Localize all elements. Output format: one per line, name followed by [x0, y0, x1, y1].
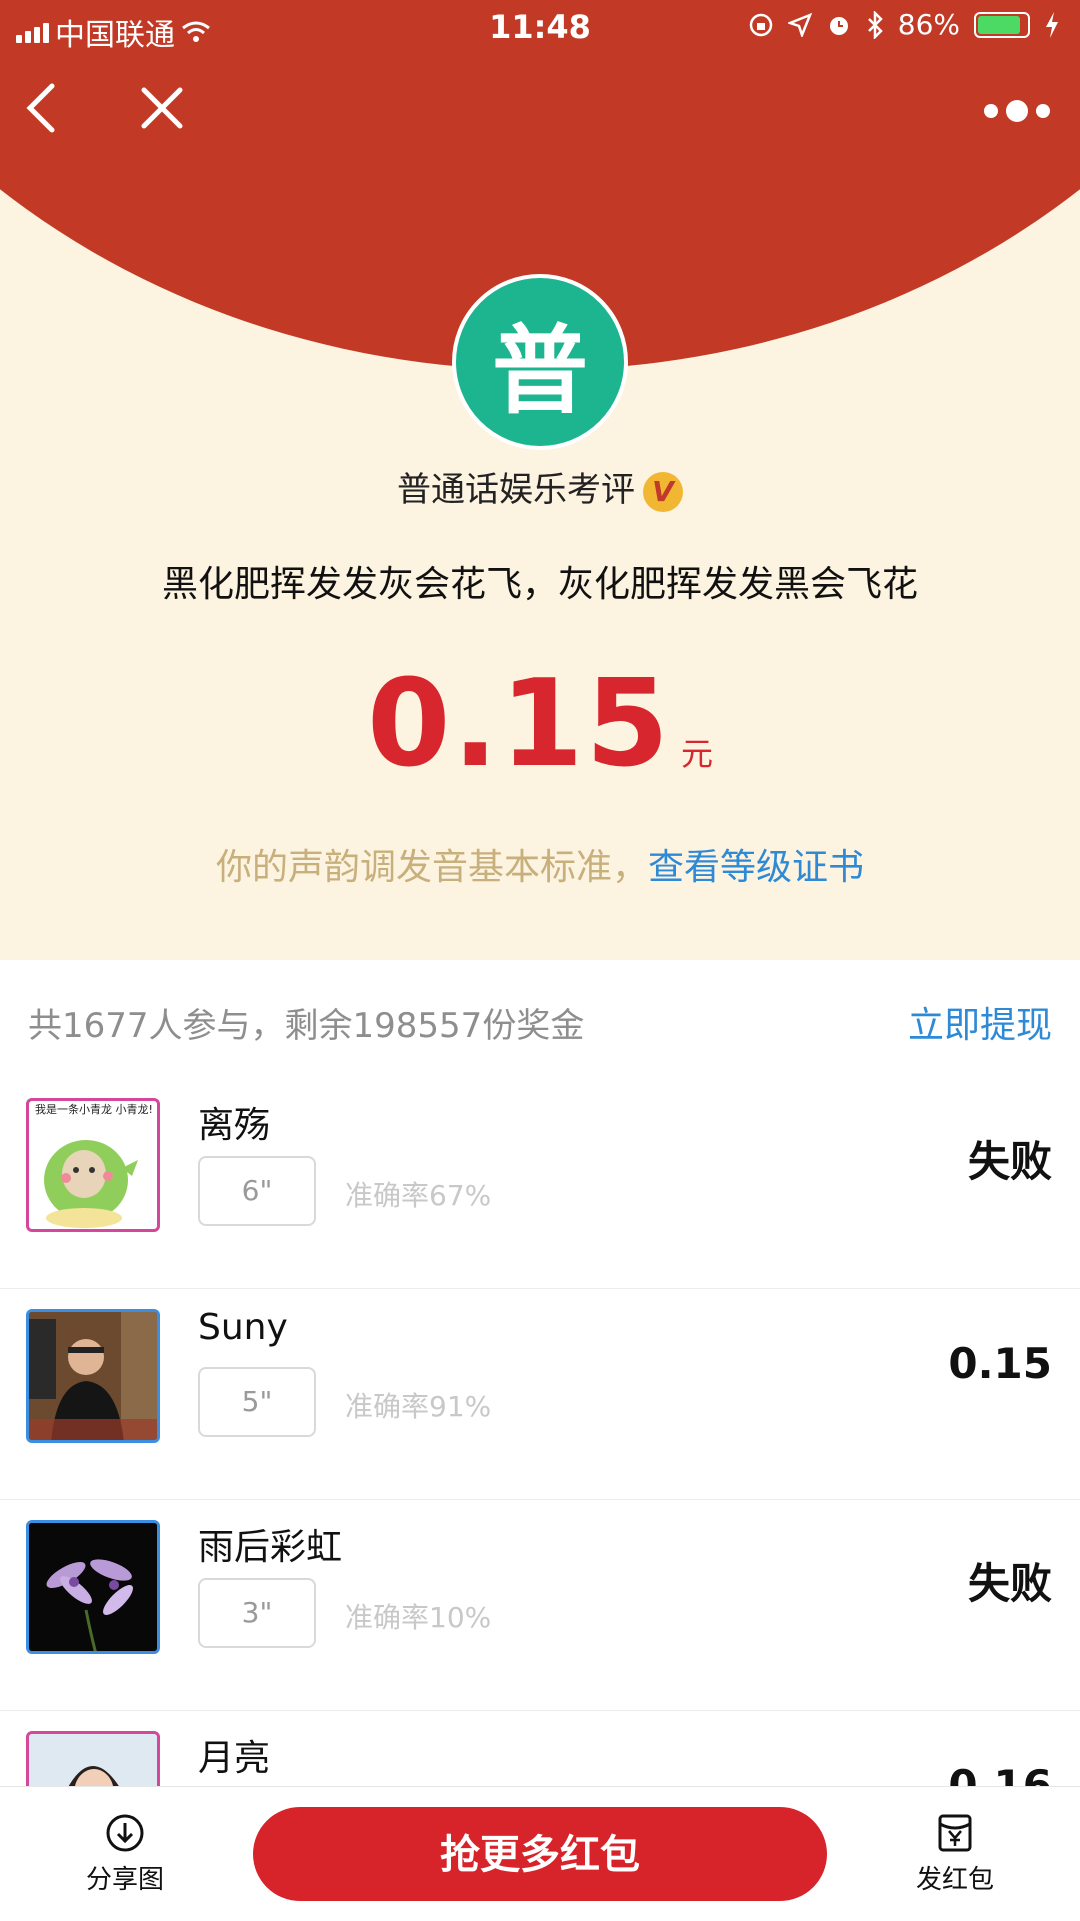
- avatar: [26, 1520, 160, 1654]
- withdraw-link[interactable]: 立即提现: [908, 996, 1052, 1048]
- voice-duration-button[interactable]: 6": [198, 1156, 316, 1226]
- participant-name: 雨后彩虹: [198, 1527, 343, 1568]
- nav-bar: [0, 80, 1080, 140]
- close-icon[interactable]: [140, 80, 184, 136]
- voice-duration-button[interactable]: 5": [198, 1367, 316, 1437]
- accuracy-text: 准确率67%: [345, 1179, 492, 1212]
- account-logo: 普: [452, 274, 628, 450]
- accuracy-text: 准确率10%: [345, 1601, 492, 1634]
- list-item[interactable]: 我是一条小青龙 小青龙! 离殇 6" 准确率67% 失败: [0, 1078, 1080, 1289]
- account-name-text: 普通话娱乐考评: [397, 470, 635, 510]
- verified-badge: V: [643, 471, 683, 512]
- location-icon: [787, 12, 812, 37]
- voice-duration-button[interactable]: 3": [198, 1578, 316, 1648]
- grab-more-red-packets-button[interactable]: 抢更多红包: [253, 1807, 827, 1901]
- orientation-lock-icon: [749, 13, 773, 36]
- level-line: 你的声韵调发音基本标准，查看等级证书: [0, 838, 1080, 890]
- more-dots-icon[interactable]: [984, 100, 1050, 122]
- red-packet-icon: [938, 1814, 972, 1852]
- status-bar: 中国联通 11:48 86%: [0, 0, 1080, 60]
- participant-name: 月亮: [198, 1738, 271, 1779]
- amount-unit: 元: [681, 735, 714, 773]
- tongue-twister-text: 黑化肥挥发发灰会花飞，灰化肥挥发发黑会飞花: [161, 564, 918, 605]
- charging-bolt-icon: [1046, 11, 1058, 38]
- result-text: 失败: [967, 1559, 1052, 1608]
- alarm-icon: [829, 16, 848, 35]
- result-text: 失败: [967, 1137, 1052, 1186]
- avatar: 我是一条小青龙 小青龙!: [26, 1098, 160, 1232]
- amount-value: 0.15: [366, 655, 672, 794]
- bluetooth-icon: [867, 10, 883, 39]
- send-red-packet-button[interactable]: 发红包: [890, 1813, 1020, 1896]
- view-certificate-link[interactable]: 查看等级证书: [648, 847, 864, 888]
- list-item[interactable]: 雨后彩虹 3" 准确率10% 失败: [0, 1500, 1080, 1711]
- avatar: [26, 1309, 160, 1443]
- participant-name: Suny: [198, 1307, 288, 1348]
- torn-paper-edge: [0, 925, 1080, 952]
- account-name[interactable]: 普通话娱乐考评 V: [0, 462, 1080, 512]
- share-image-label: 分享图: [85, 1865, 164, 1895]
- result-text: 0.15: [948, 1339, 1052, 1388]
- level-text: 你的声韵调发音基本标准，: [215, 847, 648, 888]
- battery-icon: [974, 11, 1030, 38]
- accuracy-text: 准确率91%: [345, 1390, 492, 1423]
- back-chevron-icon[interactable]: [20, 80, 64, 136]
- send-red-packet-label: 发红包: [915, 1865, 994, 1895]
- bottom-bar: 分享图 抢更多红包 发红包: [0, 1786, 1080, 1921]
- participation-summary: 共1677人参与，剩余198557份奖金: [28, 1006, 585, 1046]
- download-circle-icon: [106, 1814, 144, 1852]
- status-right: 86%: [748, 8, 1060, 41]
- battery-percent: 86%: [897, 8, 960, 41]
- list-item[interactable]: Suny 5" 准确率91% 0.15: [0, 1289, 1080, 1500]
- share-image-button[interactable]: 分享图: [60, 1813, 190, 1896]
- amount-display: 0.15 元: [0, 655, 1080, 794]
- participant-name: 离殇: [198, 1105, 271, 1146]
